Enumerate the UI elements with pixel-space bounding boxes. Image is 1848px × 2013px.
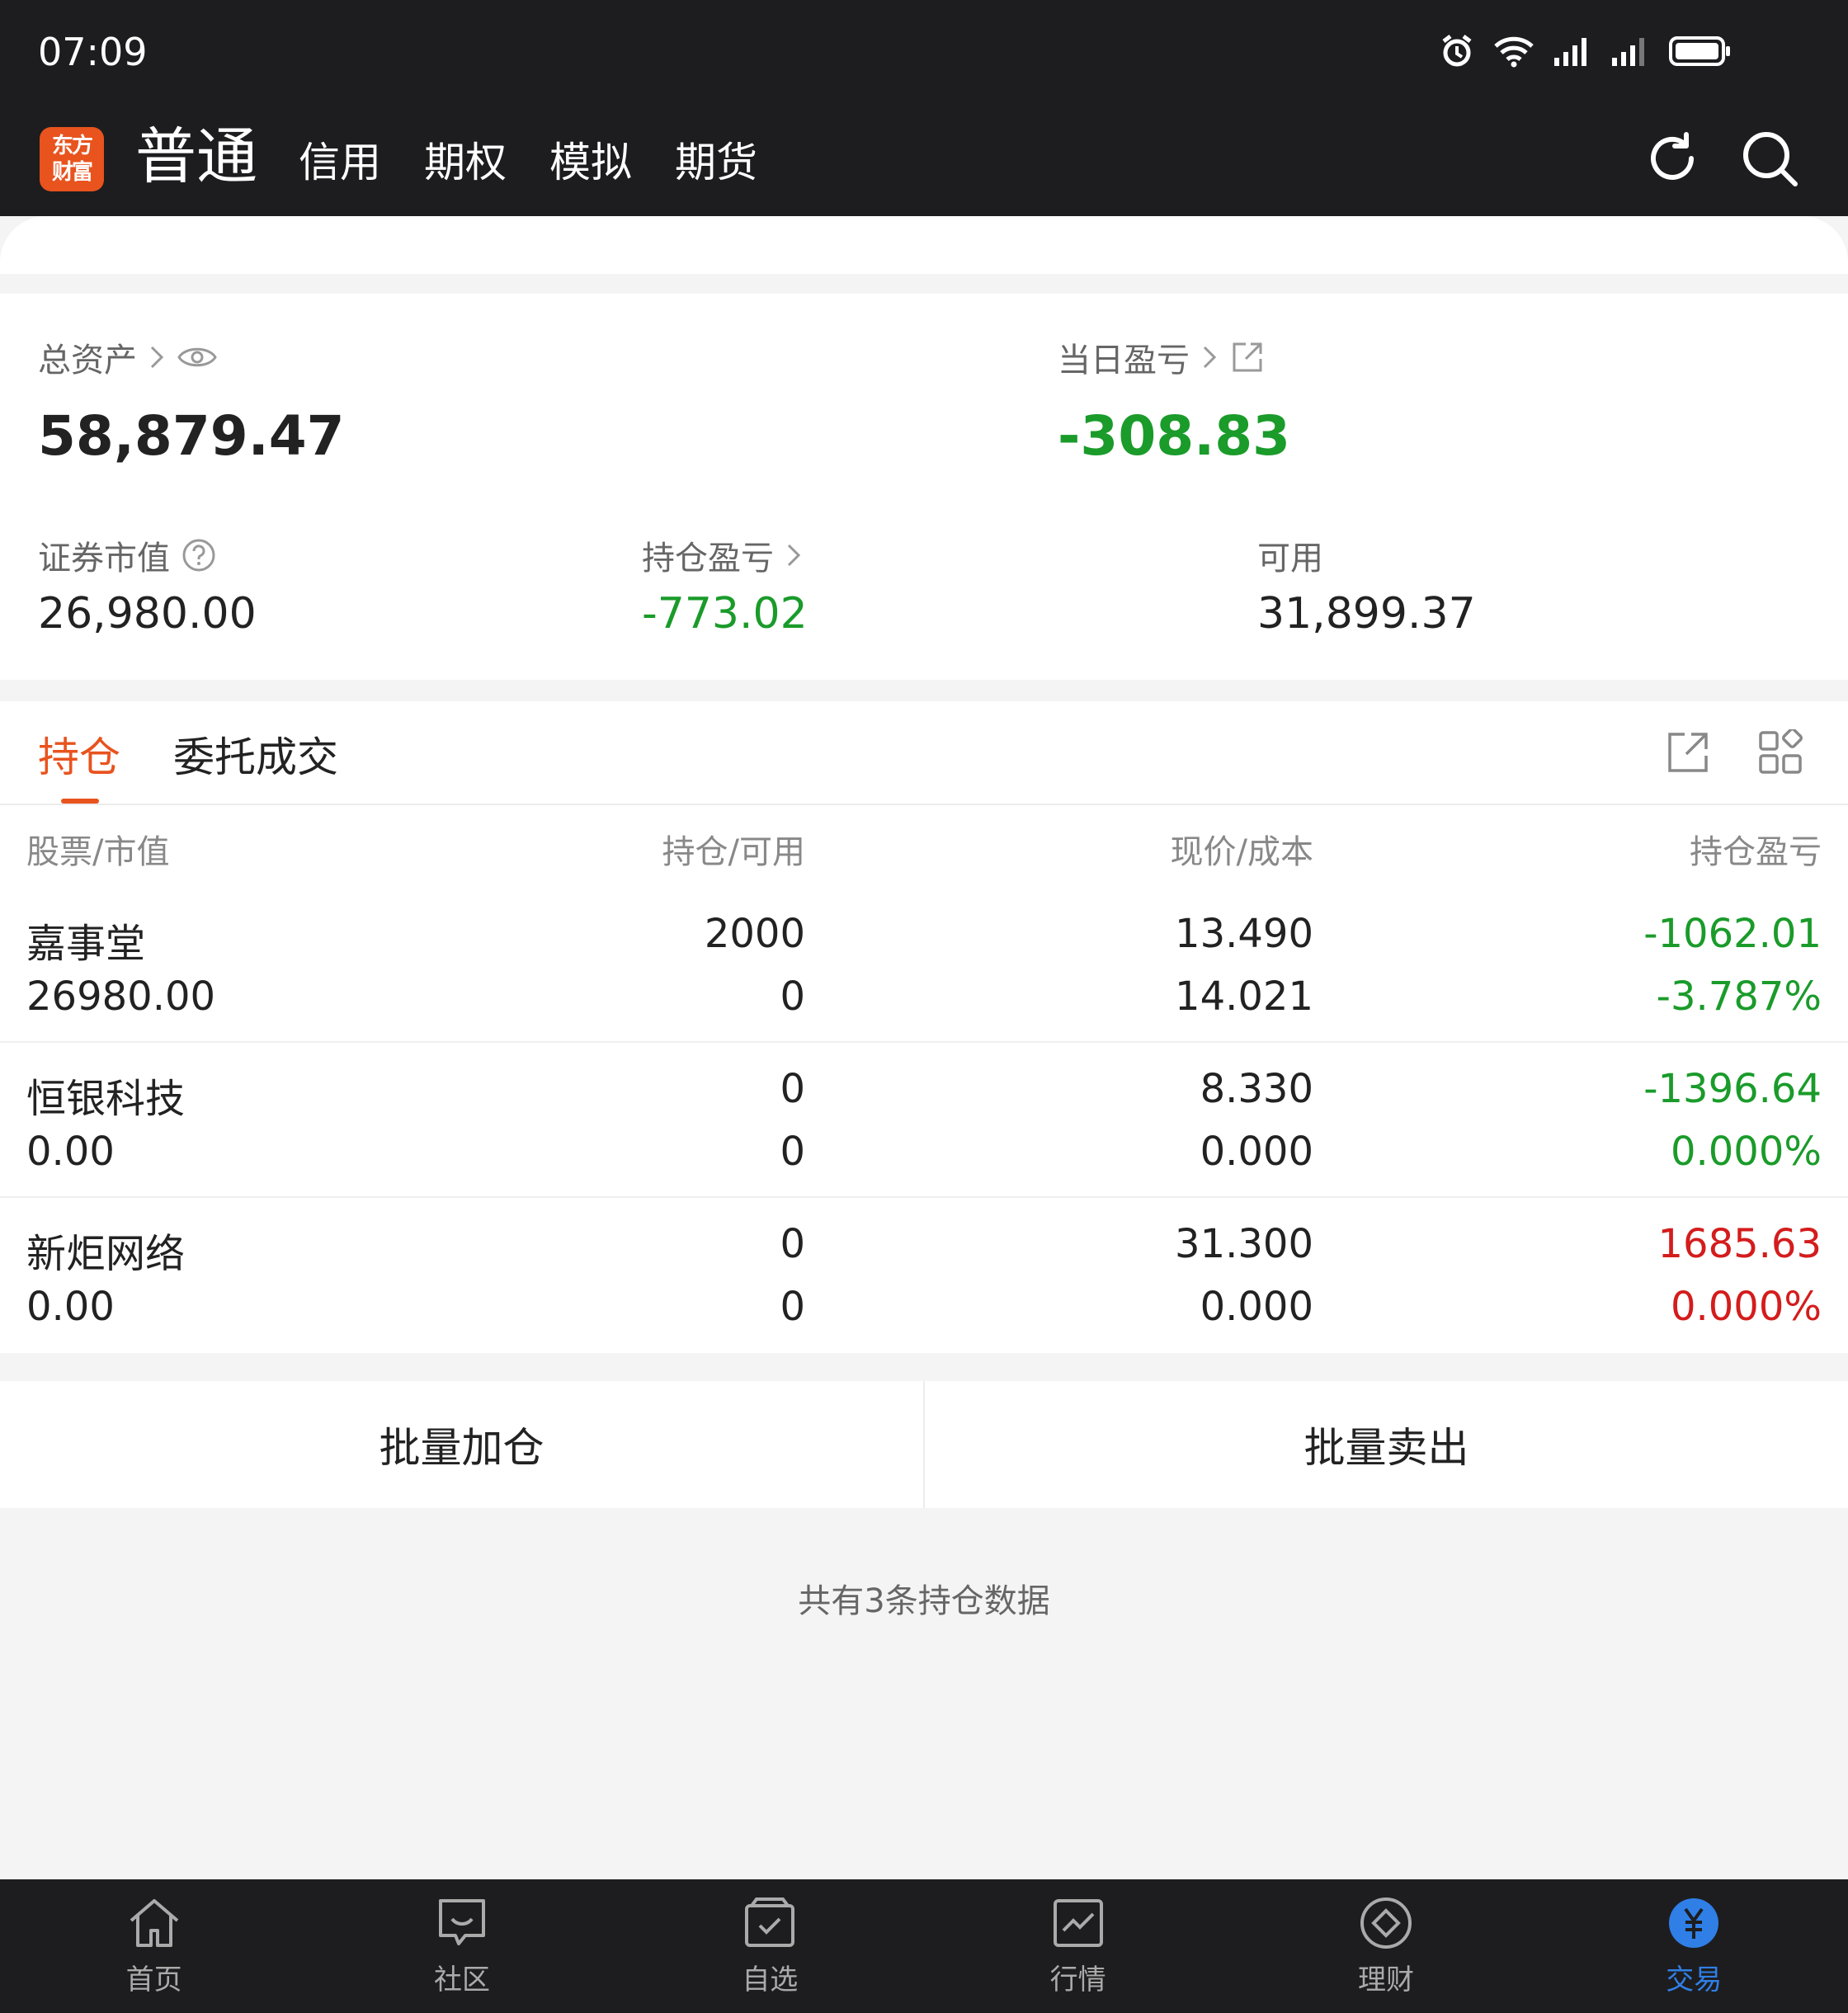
status-time: 07:09: [38, 30, 148, 74]
stock-pnl-pct: 0.000%: [1670, 1284, 1822, 1330]
signal-icon: [1554, 38, 1586, 66]
stock-pnl: -1396.64: [1643, 1066, 1822, 1112]
alarm-icon: [1442, 35, 1472, 67]
stock-available: 0: [780, 1129, 805, 1175]
yuan-icon: [1669, 1898, 1719, 1948]
column-header-qty: 持仓/可用: [662, 833, 805, 871]
active-tab-indicator: [61, 799, 99, 804]
stock-price: 13.490: [1175, 911, 1313, 957]
column-header-pnl: 持仓盈亏: [1690, 833, 1822, 871]
app-logo[interactable]: 东方 财富: [40, 127, 104, 191]
tab-orders[interactable]: 委托成交: [173, 724, 338, 784]
app-header: 07:09 东方 财富 普通 信用 期权 模拟 期货: [0, 0, 1848, 216]
battery-icon: [1669, 36, 1730, 66]
market-value-label: 证券市值: [38, 531, 216, 579]
diamond-icon: [1360, 1898, 1412, 1949]
positions-count-note: 共有3条持仓数据: [798, 1582, 1050, 1620]
table-row[interactable]: 新炬网络 0.00 0 0 31.300 0.000 1685.63 0.000…: [0, 1198, 1848, 1353]
stock-name: 嘉事堂: [26, 921, 146, 967]
help-icon[interactable]: [182, 538, 216, 573]
signal-icon-2: [1612, 38, 1644, 66]
tab-futures[interactable]: 期货: [675, 127, 757, 198]
daily-pnl-label[interactable]: 当日盈亏: [1058, 333, 1266, 381]
stock-pnl: 1685.63: [1657, 1221, 1822, 1267]
account-type-tabs: 普通 信用 期权 模拟 期货: [135, 116, 800, 198]
stock-market-value: 0.00: [26, 1129, 115, 1175]
tab-holdings[interactable]: 持仓: [38, 724, 120, 784]
stock-qty: 2000: [704, 911, 805, 957]
stock-qty: 0: [780, 1066, 805, 1112]
positions-tabs: 持仓 委托成交: [0, 701, 1848, 805]
tab-options[interactable]: 期权: [424, 127, 507, 198]
batch-add-button[interactable]: 批量加仓: [0, 1381, 923, 1508]
batch-actions: 批量加仓 批量卖出: [0, 1381, 1848, 1508]
position-pnl-label[interactable]: 持仓盈亏: [642, 531, 802, 579]
column-header-stock: 股票/市值: [26, 833, 170, 871]
stock-available: 0: [780, 1284, 805, 1330]
stock-price: 8.330: [1200, 1066, 1313, 1112]
refresh-icon[interactable]: [1642, 128, 1703, 189]
chevron-right-icon: [1203, 346, 1217, 369]
column-header-price: 现价/成本: [1170, 833, 1313, 871]
nav-wealth[interactable]: 理财: [1232, 1879, 1539, 2013]
total-assets-value: 58,879.47: [38, 404, 345, 468]
search-icon[interactable]: [1739, 128, 1800, 189]
stock-pnl-pct: -3.787%: [1656, 974, 1822, 1020]
nav-market[interactable]: 行情: [924, 1879, 1232, 2013]
wifi-icon: [1494, 36, 1534, 68]
stock-market-value: 0.00: [26, 1284, 115, 1330]
stock-cost: 14.021: [1175, 974, 1313, 1020]
stock-price: 31.300: [1175, 1221, 1313, 1267]
table-row[interactable]: 恒银科技 0.00 0 0 8.330 0.000 -1396.64 0.000…: [0, 1043, 1848, 1198]
chevron-right-icon: [150, 346, 164, 369]
home-icon: [130, 1899, 178, 1947]
nav-trade[interactable]: 交易: [1540, 1879, 1848, 2013]
total-assets-label[interactable]: 总资产: [38, 333, 218, 381]
nav-watchlist[interactable]: 自选: [616, 1879, 924, 2013]
share-icon[interactable]: [1665, 729, 1711, 776]
stock-name: 恒银科技: [26, 1076, 186, 1122]
market-value: 26,980.00: [38, 589, 257, 639]
nav-community[interactable]: 社区: [308, 1879, 615, 2013]
asset-summary: 总资产 58,879.47 当日盈亏 -308.83 证券市值 26,980.0…: [0, 294, 1848, 680]
chat-icon: [438, 1899, 485, 1945]
position-pnl: -773.02: [642, 589, 808, 639]
stock-pnl-pct: 0.000%: [1670, 1129, 1822, 1175]
watchlist-icon: [745, 1898, 795, 1947]
bottom-nav: 首页 社区 自选 行情 理财 交易: [0, 1879, 1848, 2013]
table-row[interactable]: 嘉事堂 26980.00 2000 0 13.490 14.021 -1062.…: [0, 888, 1848, 1043]
nav-home[interactable]: 首页: [0, 1879, 308, 2013]
chevron-right-icon: [787, 544, 801, 567]
daily-pnl-value: -308.83: [1058, 404, 1291, 468]
stock-market-value: 26980.00: [26, 974, 216, 1020]
tab-normal[interactable]: 普通: [135, 116, 257, 198]
available-label: 可用: [1257, 540, 1323, 578]
stock-cost: 0.000: [1200, 1284, 1313, 1330]
stock-qty: 0: [780, 1221, 805, 1267]
stock-name: 新炬网络: [26, 1231, 186, 1277]
stock-available: 0: [780, 974, 805, 1020]
grid-layout-icon[interactable]: [1757, 729, 1803, 776]
stock-cost: 0.000: [1200, 1129, 1313, 1175]
status-icons: [1439, 33, 1732, 69]
stock-pnl: -1062.01: [1643, 911, 1822, 957]
available-value: 31,899.37: [1257, 589, 1476, 639]
eye-icon[interactable]: [177, 342, 218, 372]
panel-top: [0, 216, 1848, 274]
positions-panel: 持仓 委托成交 股票/市值 持仓/可用 现价/成本 持仓盈亏 嘉事堂 26980…: [0, 701, 1848, 1353]
share-icon[interactable]: [1229, 339, 1266, 375]
tab-simulation[interactable]: 模拟: [549, 127, 632, 198]
batch-sell-button[interactable]: 批量卖出: [923, 1381, 1848, 1508]
tab-credit[interactable]: 信用: [299, 127, 381, 198]
chart-icon: [1053, 1899, 1103, 1947]
